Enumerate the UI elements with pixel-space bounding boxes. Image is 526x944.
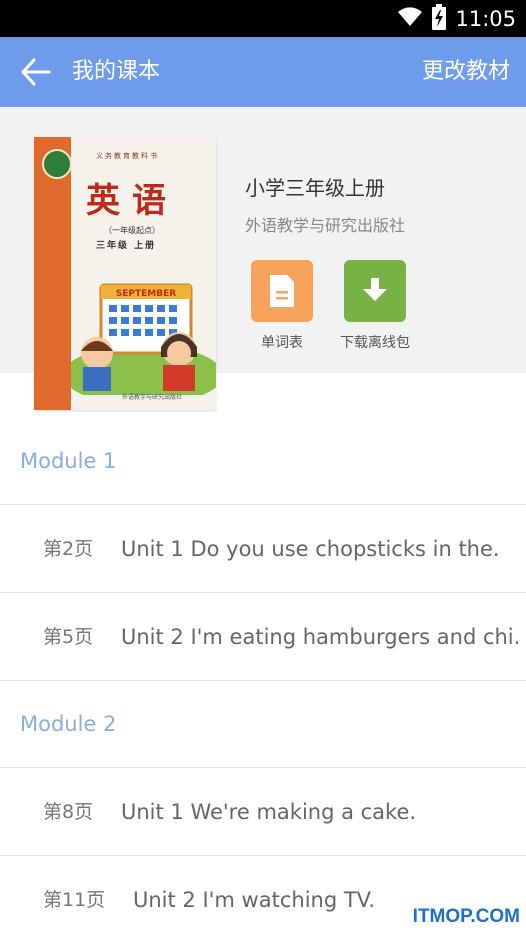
cover-calendar-text: SEPTEMBER	[116, 289, 176, 299]
download-offline-tile	[344, 260, 406, 322]
document-icon	[267, 273, 297, 309]
word-list-tile	[251, 260, 313, 322]
cover-illustration: SEPTEMBER	[71, 255, 216, 395]
download-offline-label: 下载离线包	[340, 332, 410, 352]
cover-seal-logo	[42, 149, 72, 179]
download-offline-button[interactable]: 下载离线包	[344, 260, 406, 322]
cover-series: 义务教育教科书	[96, 151, 159, 161]
unit-title: Unit 2 I'm watching TV.	[133, 856, 375, 944]
module-header: Module 1	[0, 418, 526, 505]
unit-row[interactable]: 第5页 Unit 2 I'm eating hamburgers and chi…	[0, 593, 526, 681]
app-bar: 我的课本 更改教材	[0, 37, 526, 107]
battery-charging-icon	[431, 4, 447, 34]
unit-title: Unit 2 I'm eating hamburgers and chi.	[121, 593, 520, 681]
cover-subtitle-1: （一年级起点）	[104, 225, 160, 236]
unit-title: Unit 1 We're making a cake.	[121, 768, 416, 856]
unit-page: 第2页	[43, 505, 93, 593]
status-bar: 11:05	[0, 0, 526, 37]
unit-page: 第8页	[43, 768, 93, 856]
status-time: 11:05	[455, 7, 516, 31]
module-header: Module 2	[0, 681, 526, 768]
book-name: 小学三年级上册	[245, 172, 385, 201]
download-icon	[361, 276, 389, 306]
unit-row[interactable]: 第2页 Unit 1 Do you use chopsticks in the.	[0, 505, 526, 593]
status-icons: 11:05	[397, 0, 516, 37]
arrow-left-icon	[20, 57, 52, 87]
word-list-label: 单词表	[261, 332, 303, 352]
unit-row[interactable]: 第11页 Unit 2 I'm watching TV.	[0, 856, 526, 944]
cover-subtitle-2: 三年级 上册	[96, 238, 156, 251]
unit-page: 第11页	[43, 856, 105, 944]
book-cover: 义务教育教科书 英语 （一年级起点） 三年级 上册 SEPTEMBER 外语教学…	[34, 137, 216, 410]
wifi-icon	[397, 6, 423, 32]
unit-page: 第5页	[43, 593, 93, 681]
cover-title: 英语	[86, 173, 178, 222]
watermark: ITMOP.COM	[413, 906, 520, 928]
word-list-button[interactable]: 单词表	[251, 260, 313, 322]
unit-title: Unit 1 Do you use chopsticks in the.	[121, 505, 500, 593]
change-textbook-button[interactable]: 更改教材	[422, 37, 510, 107]
page-title: 我的课本	[72, 37, 160, 107]
book-publisher: 外语教学与研究出版社	[245, 212, 405, 236]
unit-row[interactable]: 第8页 Unit 1 We're making a cake.	[0, 768, 526, 856]
cover-publisher: 外语教学与研究出版社	[122, 392, 182, 401]
module-list: Module 1 第2页 Unit 1 Do you use chopstick…	[0, 418, 526, 944]
back-button[interactable]	[20, 57, 52, 87]
